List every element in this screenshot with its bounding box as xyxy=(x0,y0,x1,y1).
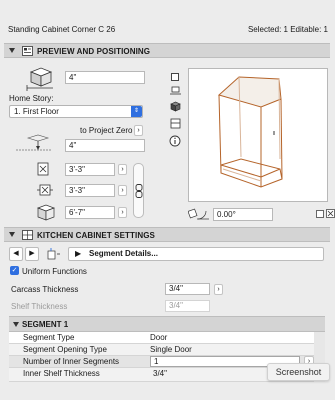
row-value: 3/4" xyxy=(153,369,167,378)
settings-panel-icon xyxy=(22,46,33,56)
3d-preview-canvas[interactable] xyxy=(188,68,328,202)
width-field[interactable]: 3'-3" xyxy=(65,163,115,176)
elevation-icon xyxy=(16,134,52,151)
table-row[interactable]: Segment Type Door xyxy=(9,332,325,344)
title-bar: Standing Cabinet Corner C 26 Selected: 1… xyxy=(0,0,335,40)
row-label: Number of Inner Segments xyxy=(23,357,120,366)
uniform-functions-label: Uniform Functions xyxy=(22,267,87,276)
row-label: Inner Shelf Thickness xyxy=(23,369,100,378)
carcass-thickness-field[interactable]: 3/4" xyxy=(165,283,210,295)
table-row[interactable]: Segment Opening Type Single Door xyxy=(9,344,325,356)
shelf-thickness-field: 3/4" xyxy=(165,300,210,312)
elevation-view-icon[interactable] xyxy=(170,118,181,129)
home-story-value: 1. First Floor xyxy=(14,107,59,116)
top-offset-field[interactable]: 4" xyxy=(65,71,145,84)
mirror-x-icon[interactable] xyxy=(326,209,335,218)
segment-details-label: Segment Details... xyxy=(89,249,158,258)
carcass-thickness-label: Carcass Thickness xyxy=(11,285,79,294)
depth-icon xyxy=(37,184,53,196)
cabinet-preview-drawing xyxy=(217,76,283,188)
rotation-icon xyxy=(188,208,209,220)
width-icon xyxy=(37,162,49,176)
elevation-field[interactable]: 4" xyxy=(65,139,145,152)
home-story-label: Home Story: xyxy=(9,94,54,103)
shelf-thickness-label: Shelf Thickness xyxy=(11,302,68,311)
width-arrow-button[interactable]: › xyxy=(118,164,127,175)
plan-view-icon[interactable] xyxy=(171,73,179,81)
window-title: Standing Cabinet Corner C 26 xyxy=(8,25,116,34)
chevron-updown-icon: ⇕ xyxy=(131,106,142,117)
rotation-field[interactable]: 0.00° xyxy=(213,208,273,221)
row-value: Door xyxy=(150,333,168,342)
row-label: Segment Opening Type xyxy=(23,345,107,354)
section-view-icon[interactable] xyxy=(170,86,181,96)
preview-section-title: PREVIEW AND POSITIONING xyxy=(37,47,151,56)
height-arrow-button[interactable]: › xyxy=(118,207,127,218)
segment-nav-bar: ◀ ▶ ▶ Segment Details... xyxy=(9,247,325,263)
collapse-triangle-icon[interactable] xyxy=(13,322,19,327)
row-label: Segment Type xyxy=(23,333,75,342)
to-project-zero-label: to Project Zero xyxy=(80,126,133,135)
height-icon xyxy=(37,204,55,221)
previous-segment-button[interactable]: ◀ xyxy=(9,247,23,261)
kitchen-settings-icon xyxy=(22,230,33,240)
segment-details-dropdown[interactable]: ▶ Segment Details... xyxy=(68,247,324,261)
selection-info: Selected: 1 Editable: 1 xyxy=(247,25,328,34)
move-segment-icon[interactable] xyxy=(47,248,61,260)
cabinet-3d-icon xyxy=(26,67,53,91)
kitchen-section-title: KITCHEN CABINET SETTINGS xyxy=(37,231,155,240)
depth-field[interactable]: 3'-3" xyxy=(65,184,115,197)
link-chain-icon xyxy=(135,184,143,198)
3d-view-icon[interactable] xyxy=(170,101,181,112)
segment-header[interactable]: SEGMENT 1 xyxy=(9,316,325,332)
screenshot-tooltip: Screenshot xyxy=(267,363,330,381)
uniform-functions-checkbox[interactable]: ✓ xyxy=(10,266,19,275)
row-value: Single Door xyxy=(150,345,192,354)
segment-title: SEGMENT 1 xyxy=(22,320,69,329)
preview-section-header[interactable]: PREVIEW AND POSITIONING xyxy=(4,43,330,58)
play-icon: ▶ xyxy=(75,249,82,258)
collapse-triangle-icon[interactable] xyxy=(9,232,15,237)
next-segment-button[interactable]: ▶ xyxy=(25,247,39,261)
kitchen-section-header[interactable]: KITCHEN CABINET SETTINGS xyxy=(4,227,330,242)
depth-arrow-button[interactable]: › xyxy=(118,185,127,196)
info-icon[interactable] xyxy=(169,135,181,147)
project-zero-arrow-button[interactable]: › xyxy=(134,125,143,136)
dimension-link-toggle[interactable] xyxy=(133,163,144,218)
height-field[interactable]: 6'-7" xyxy=(65,206,115,219)
home-story-select[interactable]: 1. First Floor ⇕ xyxy=(9,105,143,118)
mirror-toggle-icon[interactable] xyxy=(316,210,324,218)
collapse-triangle-icon[interactable] xyxy=(9,48,15,53)
carcass-arrow-button[interactable]: › xyxy=(214,284,223,295)
